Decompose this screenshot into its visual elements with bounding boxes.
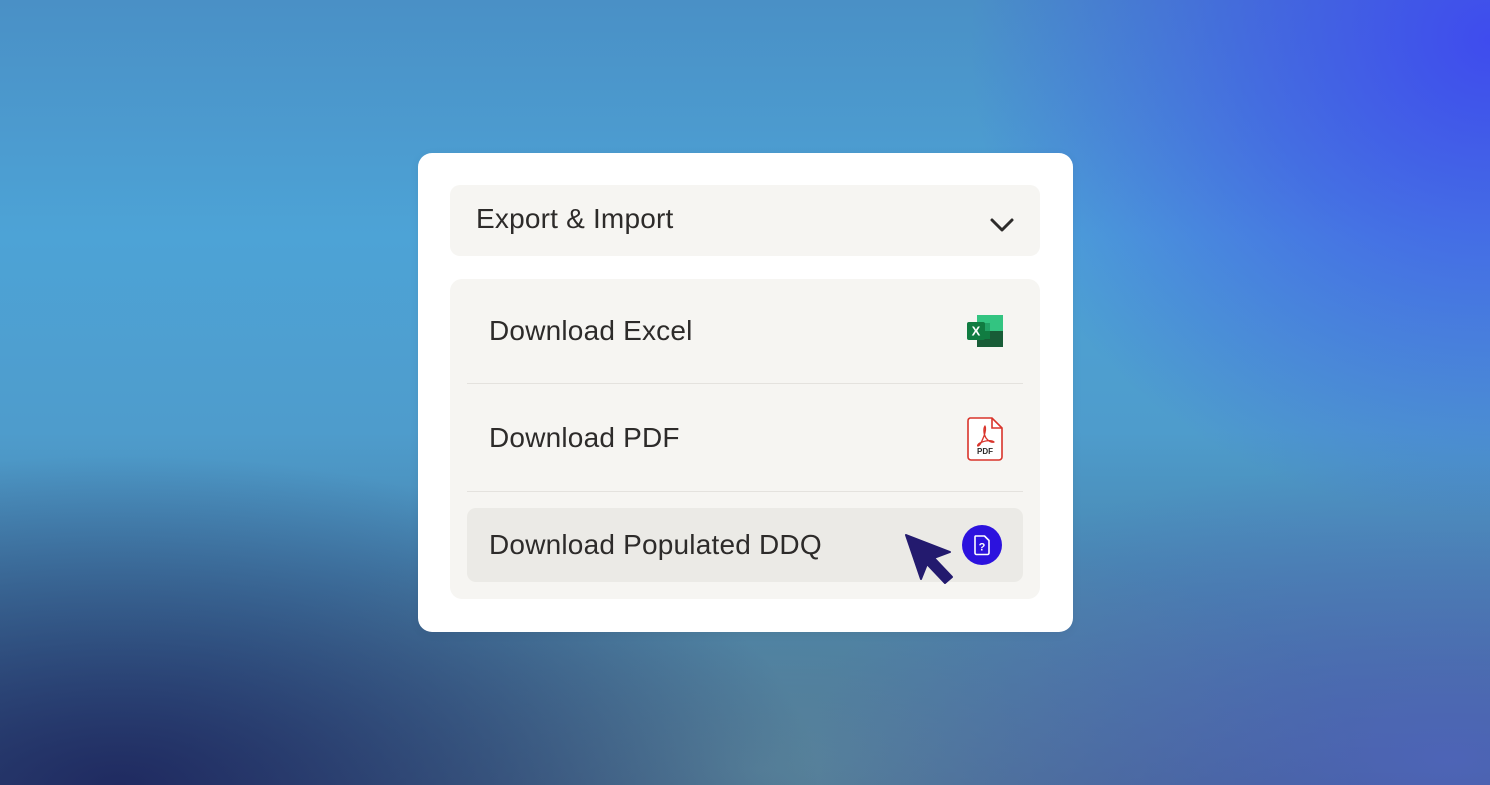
excel-icon: X — [967, 315, 1003, 347]
download-excel-item[interactable]: Download Excel X — [467, 279, 1023, 383]
pdf-icon-label: PDF — [977, 447, 993, 456]
excel-icon-letter: X — [972, 324, 981, 339]
dropdown-title: Export & Import — [476, 203, 674, 234]
export-import-dropdown-header[interactable]: Export & Import — [450, 185, 1040, 256]
download-populated-ddq-label: Download Populated DDQ — [489, 529, 822, 560]
menu-divider — [467, 491, 1023, 492]
ddq-question-mark: ? — [979, 542, 986, 554]
download-excel-label: Download Excel — [489, 315, 693, 346]
download-pdf-label: Download PDF — [489, 422, 680, 453]
chevron-down-icon[interactable] — [988, 215, 1016, 235]
pdf-icon: PDF — [967, 417, 1003, 461]
ddq-question-icon: ? — [962, 525, 1002, 565]
menu-divider — [467, 383, 1023, 384]
export-import-card: Export & Import Download Excel X Downloa… — [418, 153, 1073, 632]
mouse-pointer-icon — [905, 534, 953, 584]
download-pdf-item[interactable]: Download PDF PDF — [467, 385, 1023, 491]
